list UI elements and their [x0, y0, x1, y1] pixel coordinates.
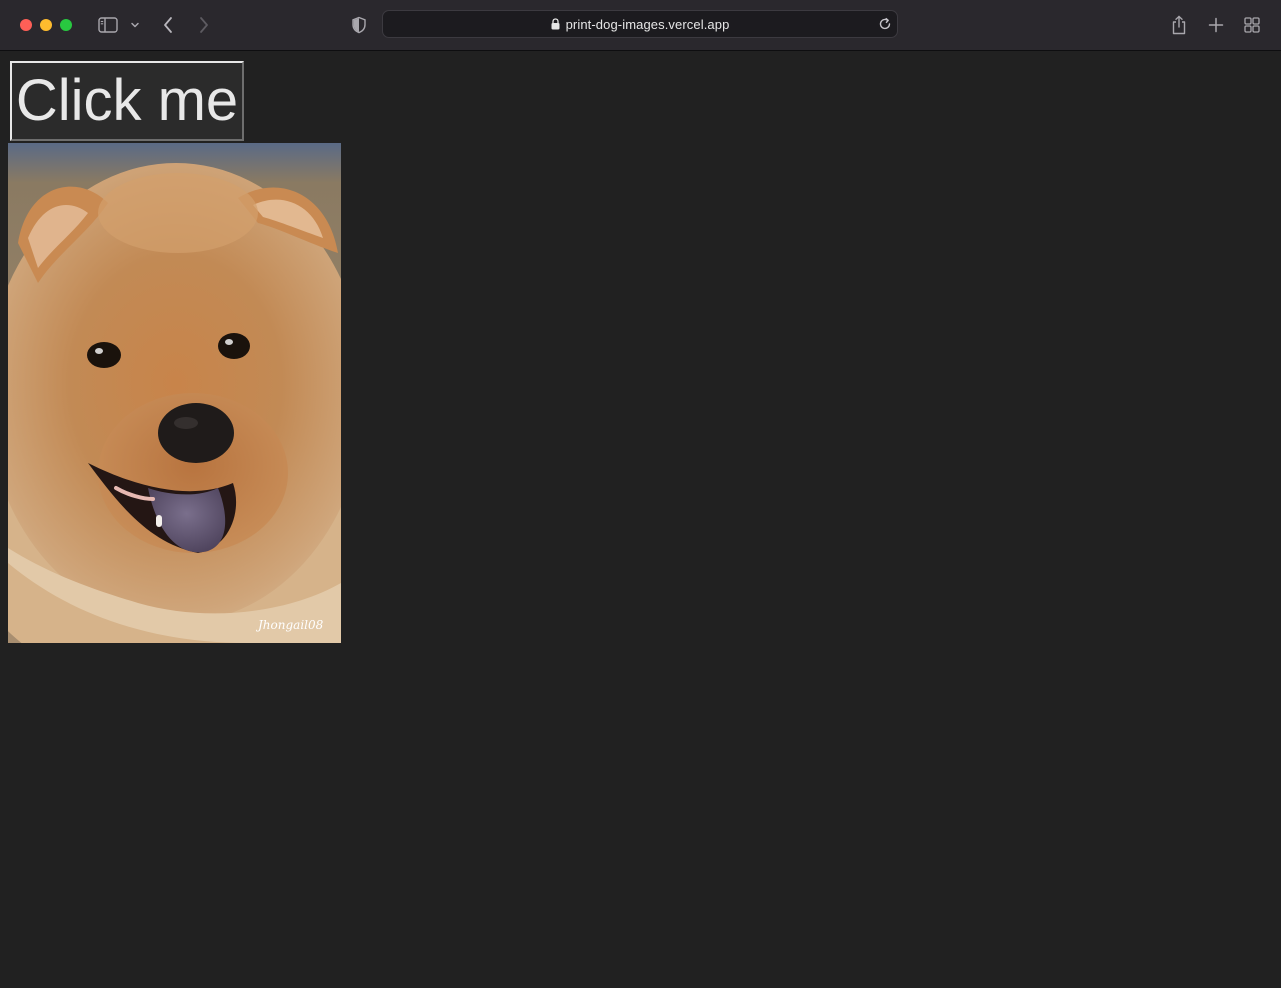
- click-me-button[interactable]: Click me: [10, 61, 244, 141]
- dog-photo: Jhongail08: [8, 143, 341, 643]
- back-icon[interactable]: [160, 13, 176, 37]
- forward-icon[interactable]: [196, 13, 212, 37]
- address-bar[interactable]: print-dog-images.vercel.app: [382, 10, 898, 38]
- tab-grid-icon[interactable]: [1243, 13, 1261, 37]
- share-icon[interactable]: [1170, 13, 1188, 37]
- lock-icon: [551, 18, 560, 30]
- page-content: Click me Jhongail08: [0, 51, 1281, 988]
- chevron-down-icon[interactable]: [129, 13, 141, 37]
- address-content: print-dog-images.vercel.app: [383, 11, 897, 37]
- browser-toolbar: print-dog-images.vercel.app: [0, 0, 1281, 51]
- plus-icon[interactable]: [1207, 13, 1225, 37]
- minimize-window-button[interactable]: [40, 19, 52, 31]
- close-window-button[interactable]: [20, 19, 32, 31]
- browser-window: print-dog-images.vercel.app Click me Jho…: [0, 0, 1281, 988]
- url-text: print-dog-images.vercel.app: [565, 16, 730, 32]
- maximize-window-button[interactable]: [60, 19, 72, 31]
- sidebar-icon[interactable]: [97, 13, 119, 37]
- shield-icon[interactable]: [350, 13, 368, 37]
- reload-icon[interactable]: [878, 17, 892, 36]
- watermark-text: Jhongail08: [255, 618, 324, 632]
